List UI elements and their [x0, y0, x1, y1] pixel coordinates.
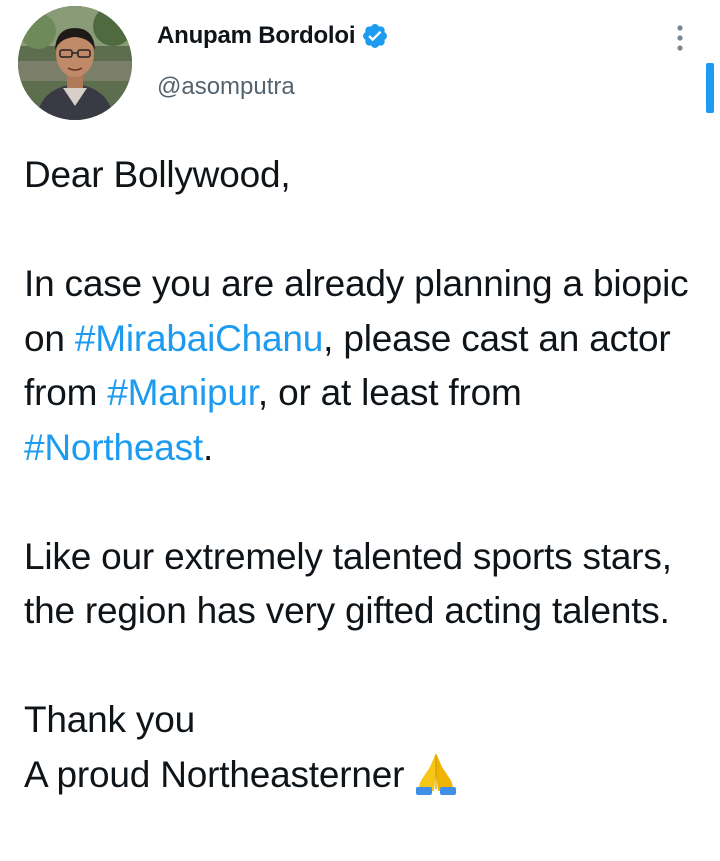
hashtag-mirabaichanu[interactable]: #MirabaiChanu	[75, 318, 324, 359]
paragraph-talent: Like our extremely talented sports stars…	[24, 535, 672, 632]
tweet-card: Anupam Bordoloi @asomputra Dear Bollywoo…	[0, 0, 720, 861]
hashtag-northeast[interactable]: #Northeast	[24, 427, 203, 468]
closing-thanks: Thank you	[24, 699, 195, 740]
tweet-text: Dear Bollywood, In case you are already …	[24, 148, 704, 802]
display-name[interactable]: Anupam Bordoloi	[157, 22, 356, 50]
author-row: Anupam Bordoloi	[157, 22, 389, 50]
more-options-icon[interactable]	[668, 20, 692, 56]
folded-hands-icon	[410, 749, 462, 795]
hashtag-manipur[interactable]: #Manipur	[107, 372, 258, 413]
scrollbar-thumb[interactable]	[706, 63, 714, 113]
signature-text: A proud Northeasterner	[24, 753, 405, 795]
author-handle[interactable]: @asomputra	[157, 73, 295, 101]
avatar[interactable]	[18, 6, 132, 120]
verified-badge-icon	[361, 22, 389, 50]
salutation: Dear Bollywood,	[24, 154, 291, 195]
profile-photo-icon	[18, 6, 132, 120]
text-segment: , or at least from	[257, 372, 522, 413]
closing-signature: A proud Northeasterner	[24, 748, 704, 803]
paragraph-request: In case you are already planning a biopi…	[24, 257, 704, 475]
text-segment: .	[203, 426, 214, 468]
